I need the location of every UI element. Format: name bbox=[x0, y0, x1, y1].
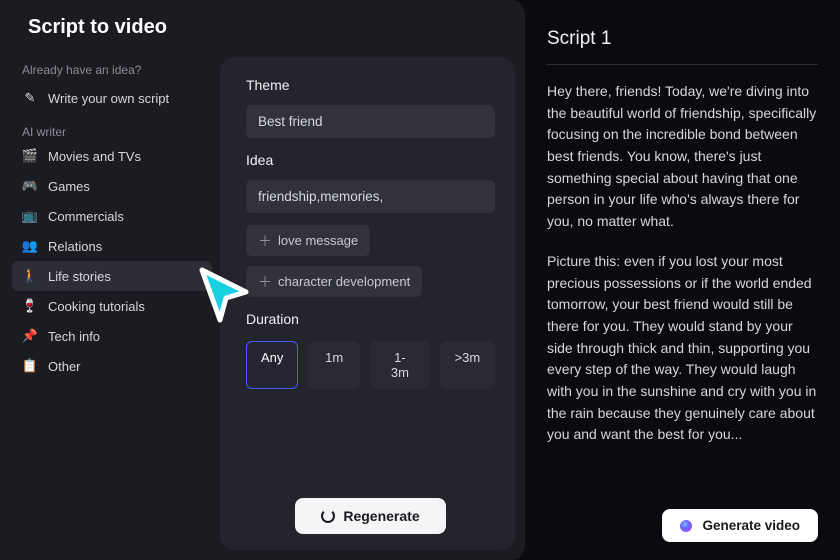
theme-label: Theme bbox=[246, 77, 495, 93]
idea-label: Idea bbox=[246, 152, 495, 168]
plus-icon: ＋ bbox=[258, 275, 272, 289]
chip-label: love message bbox=[278, 233, 358, 248]
generate-video-button[interactable]: Generate video bbox=[662, 509, 818, 542]
right-panel: Script 1 Hey there, friends! Today, we'r… bbox=[525, 0, 840, 560]
script-body[interactable]: Hey there, friends! Today, we're diving … bbox=[547, 81, 818, 499]
idea-input[interactable] bbox=[246, 180, 495, 213]
regenerate-wrap: Regenerate bbox=[246, 478, 495, 534]
sidebar-item-write-own[interactable]: ✎ Write your own script bbox=[12, 83, 212, 113]
sidebar-hint: Already have an idea? bbox=[12, 57, 212, 83]
regenerate-button[interactable]: Regenerate bbox=[295, 498, 445, 534]
pencil-icon: ✎ bbox=[22, 90, 38, 106]
script-paragraph: Hey there, friends! Today, we're diving … bbox=[547, 81, 818, 233]
category-icon: 📌 bbox=[22, 328, 38, 344]
suggestion-chip-love-message[interactable]: ＋ love message bbox=[246, 225, 370, 256]
sidebar-item-other[interactable]: 📋 Other bbox=[12, 351, 212, 381]
plus-icon: ＋ bbox=[258, 234, 272, 248]
sidebar-item-commercials[interactable]: 📺 Commercials bbox=[12, 201, 212, 231]
left-panel: Script to video Already have an idea? ✎ … bbox=[0, 0, 525, 560]
regenerate-label: Regenerate bbox=[343, 508, 419, 524]
category-icon: 🎮 bbox=[22, 178, 38, 194]
sidebar-item-label: Movies and TVs bbox=[48, 149, 141, 164]
duration-option-any[interactable]: Any bbox=[246, 341, 298, 389]
script-title: Script 1 bbox=[547, 28, 818, 50]
sidebar-item-movies-and-tvs[interactable]: 🎬 Movies and TVs bbox=[12, 141, 212, 171]
sidebar-item-cooking-tutorials[interactable]: 🍷 Cooking tutorials bbox=[12, 291, 212, 321]
sidebar: Already have an idea? ✎ Write your own s… bbox=[0, 53, 220, 560]
sidebar-item-label: Commercials bbox=[48, 209, 124, 224]
sidebar-item-relations[interactable]: 👥 Relations bbox=[12, 231, 212, 261]
duration-option-1-3m[interactable]: 1-3m bbox=[370, 341, 429, 389]
category-icon: 🍷 bbox=[22, 298, 38, 314]
sidebar-item-label: Write your own script bbox=[48, 91, 169, 106]
sidebar-item-games[interactable]: 🎮 Games bbox=[12, 171, 212, 201]
duration-label: Duration bbox=[246, 311, 495, 327]
duration-option-3m-plus[interactable]: >3m bbox=[440, 341, 495, 389]
sidebar-item-tech-info[interactable]: 📌 Tech info bbox=[12, 321, 212, 351]
category-icon: 🎬 bbox=[22, 148, 38, 164]
sidebar-item-label: Life stories bbox=[48, 269, 111, 284]
script-paragraph: Picture this: even if you lost your most… bbox=[547, 251, 818, 446]
sidebar-item-label: Cooking tutorials bbox=[48, 299, 145, 314]
generate-wrap: Generate video bbox=[547, 499, 818, 542]
refresh-icon bbox=[321, 509, 335, 523]
category-icon: 📺 bbox=[22, 208, 38, 224]
sidebar-item-label: Games bbox=[48, 179, 90, 194]
divider bbox=[547, 64, 818, 65]
sidebar-group-label: AI writer bbox=[12, 113, 212, 141]
duration-option-1m[interactable]: 1m bbox=[308, 341, 360, 389]
category-icon: 🚶 bbox=[22, 268, 38, 284]
sidebar-item-label: Other bbox=[48, 359, 81, 374]
category-icon: 👥 bbox=[22, 238, 38, 254]
form-panel: Theme Idea ＋ love message ＋ character de… bbox=[220, 57, 515, 550]
idea-suggestions: ＋ love message ＋ character development bbox=[246, 225, 495, 297]
duration-segmented: Any 1m 1-3m >3m bbox=[246, 341, 495, 389]
sidebar-item-label: Relations bbox=[48, 239, 102, 254]
ai-orb-icon bbox=[680, 520, 692, 532]
sidebar-item-label: Tech info bbox=[48, 329, 100, 344]
chip-label: character development bbox=[278, 274, 410, 289]
suggestion-chip-character-development[interactable]: ＋ character development bbox=[246, 266, 422, 297]
sidebar-item-life-stories[interactable]: 🚶 Life stories bbox=[12, 261, 212, 291]
page-title: Script to video bbox=[0, 0, 525, 53]
generate-label: Generate video bbox=[702, 518, 800, 533]
theme-input[interactable] bbox=[246, 105, 495, 138]
left-body: Already have an idea? ✎ Write your own s… bbox=[0, 53, 525, 560]
category-icon: 📋 bbox=[22, 358, 38, 374]
